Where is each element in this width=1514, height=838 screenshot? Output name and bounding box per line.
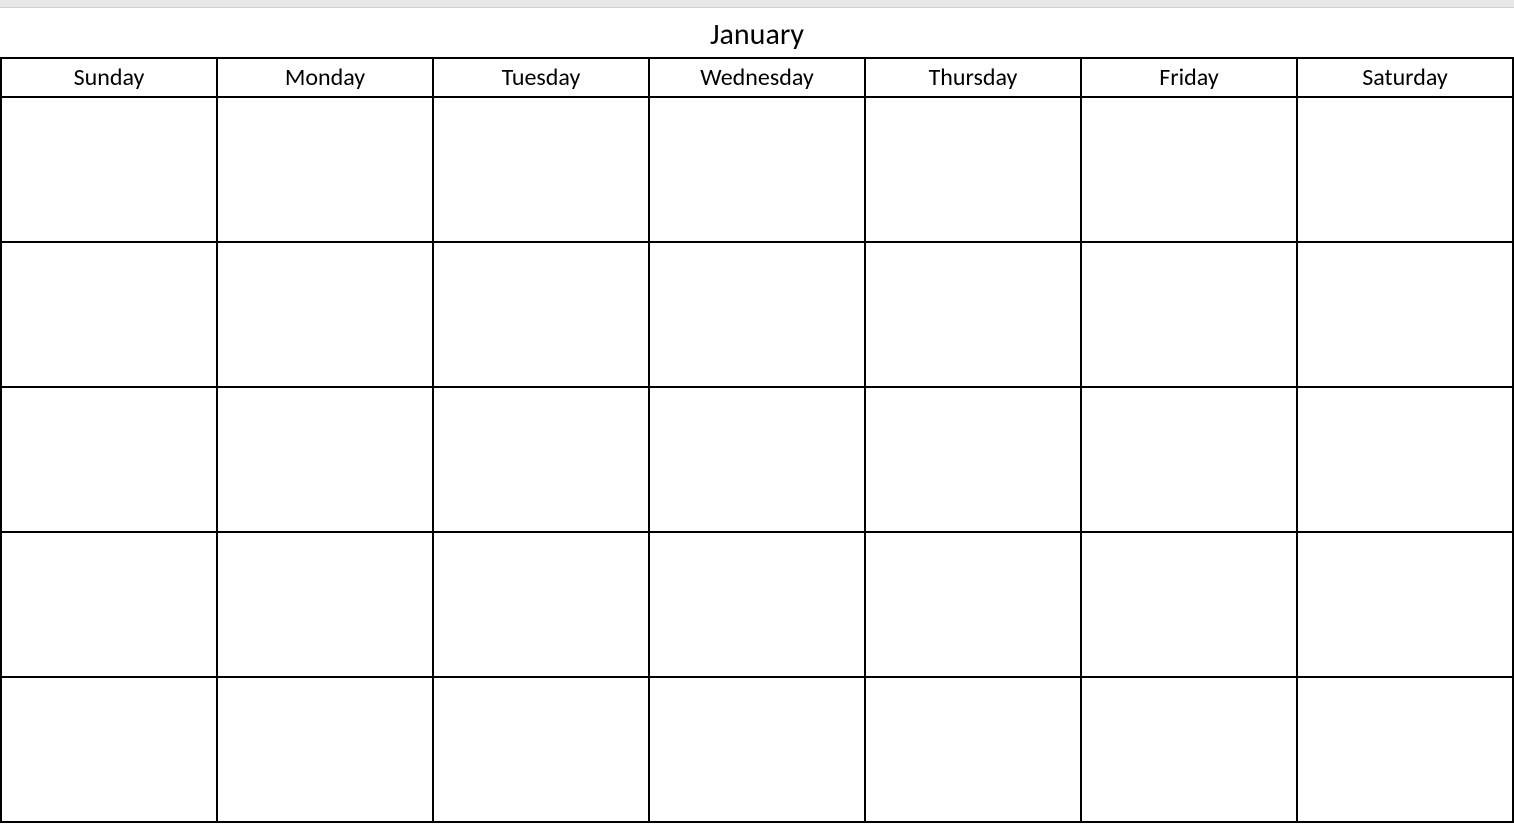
calendar-day-cell: [1081, 677, 1297, 822]
calendar-day-cell: [649, 97, 865, 242]
calendar-day-cell: [1297, 387, 1513, 532]
calendar-container: January Sunday Monday Tuesday Wednesday …: [0, 8, 1514, 823]
calendar-day-cell: [433, 387, 649, 532]
calendar-week-row: [1, 97, 1513, 242]
calendar-day-cell: [217, 387, 433, 532]
calendar-body: [1, 97, 1513, 822]
calendar-day-cell: [433, 97, 649, 242]
calendar-day-cell: [433, 242, 649, 387]
window-top-border: [0, 0, 1514, 8]
calendar-day-cell: [1081, 387, 1297, 532]
calendar-day-cell: [865, 677, 1081, 822]
calendar-day-cell: [1297, 97, 1513, 242]
calendar-day-cell: [1, 677, 217, 822]
calendar-day-cell: [217, 242, 433, 387]
month-title: January: [0, 8, 1514, 57]
calendar-day-cell: [649, 677, 865, 822]
calendar-day-cell: [1297, 242, 1513, 387]
calendar-week-row: [1, 532, 1513, 677]
day-header-saturday: Saturday: [1297, 58, 1513, 97]
calendar-day-cell: [865, 97, 1081, 242]
calendar-day-cell: [865, 387, 1081, 532]
calendar-day-cell: [649, 387, 865, 532]
day-header-monday: Monday: [217, 58, 433, 97]
calendar-day-cell: [865, 532, 1081, 677]
calendar-day-cell: [865, 242, 1081, 387]
calendar-day-cell: [217, 677, 433, 822]
calendar-day-cell: [1081, 532, 1297, 677]
calendar-day-cell: [649, 532, 865, 677]
calendar-day-cell: [433, 532, 649, 677]
calendar-day-cell: [1297, 677, 1513, 822]
calendar-day-cell: [217, 97, 433, 242]
calendar-day-cell: [1, 387, 217, 532]
day-header-tuesday: Tuesday: [433, 58, 649, 97]
calendar-day-cell: [649, 242, 865, 387]
calendar-day-cell: [1081, 242, 1297, 387]
calendar-week-row: [1, 387, 1513, 532]
calendar-day-cell: [217, 532, 433, 677]
calendar-day-cell: [1, 97, 217, 242]
calendar-day-cell: [1, 532, 217, 677]
calendar-week-row: [1, 242, 1513, 387]
calendar-day-cell: [1, 242, 217, 387]
day-header-thursday: Thursday: [865, 58, 1081, 97]
day-header-row: Sunday Monday Tuesday Wednesday Thursday…: [1, 58, 1513, 97]
calendar-day-cell: [433, 677, 649, 822]
calendar-week-row: [1, 677, 1513, 822]
day-header-sunday: Sunday: [1, 58, 217, 97]
calendar-grid: Sunday Monday Tuesday Wednesday Thursday…: [0, 57, 1514, 823]
day-header-friday: Friday: [1081, 58, 1297, 97]
day-header-wednesday: Wednesday: [649, 58, 865, 97]
calendar-day-cell: [1081, 97, 1297, 242]
calendar-day-cell: [1297, 532, 1513, 677]
